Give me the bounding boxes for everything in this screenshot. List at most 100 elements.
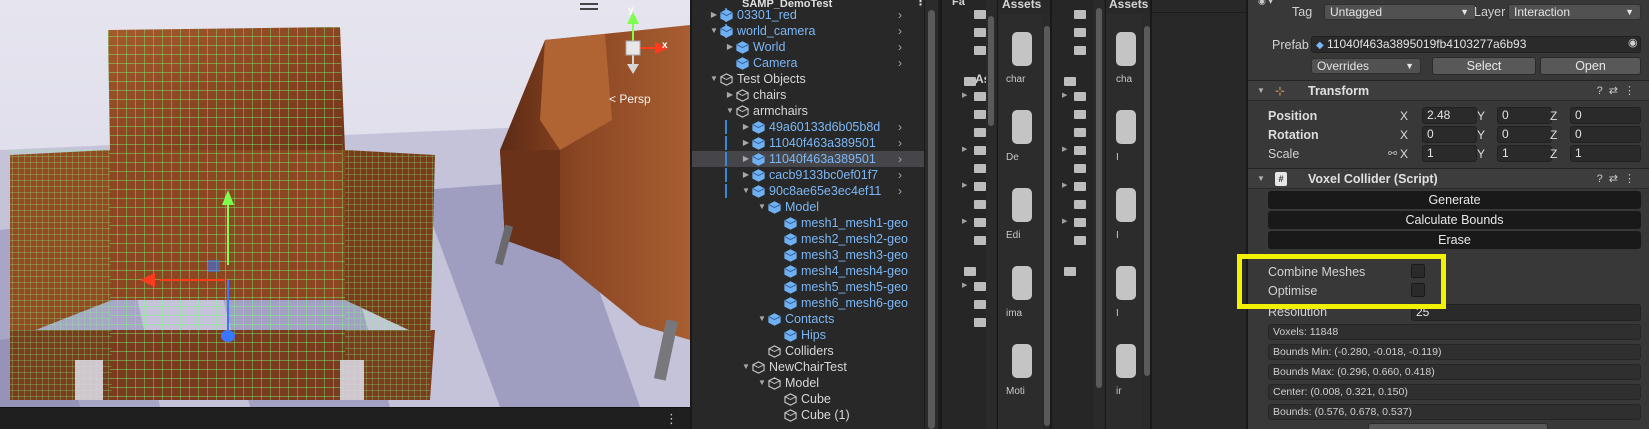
expanded-arrow-icon[interactable]: ▼	[757, 311, 767, 327]
hierarchy-row[interactable]: ▼ NewChairTest	[692, 359, 938, 375]
position-x-axis-label[interactable]: X	[1400, 109, 1408, 123]
project-2-folder-icon[interactable]	[1074, 10, 1086, 19]
project-2-folder-icon[interactable]	[1074, 236, 1086, 245]
project-1-asset-thumbnail[interactable]	[1012, 266, 1032, 300]
project-1-folder-icon[interactable]	[974, 28, 986, 37]
position-x-field[interactable]: 2.48	[1422, 107, 1477, 124]
hierarchy-scroll-thumb[interactable]	[928, 10, 935, 429]
position-y-axis-label[interactable]: Y	[1477, 109, 1485, 123]
prefab-field[interactable]: ◆ 11040f463a3895019fb4103277a6b93	[1311, 36, 1641, 53]
hierarchy-row[interactable]: ▶ chairs	[692, 87, 938, 103]
expanded-arrow-icon[interactable]: ▼	[741, 359, 751, 375]
expanded-arrow-icon[interactable]: ▼	[757, 375, 767, 391]
project-2-folder-icon[interactable]	[1074, 46, 1086, 55]
hierarchy-row[interactable]: Cube (1)	[692, 407, 938, 423]
persp-label[interactable]: < Persp	[609, 92, 651, 106]
project-2-folder-icon[interactable]	[1074, 218, 1086, 227]
chevron-right-icon[interactable]: ›	[898, 119, 902, 135]
collapsed-arrow-icon[interactable]: ▶	[741, 151, 751, 167]
project-1-folder-icon[interactable]	[974, 236, 986, 245]
transform-header[interactable]: ▼ ⊹ Transform ?⇄⋮	[1248, 80, 1649, 101]
component-menu-icons[interactable]: ?⇄⋮	[1597, 84, 1641, 97]
rotation-x-axis-label[interactable]: X	[1400, 128, 1408, 142]
project-1-folder-icon[interactable]	[964, 77, 976, 86]
chevron-right-icon[interactable]: ›	[898, 55, 902, 71]
project-1-asset-thumbnail[interactable]	[1012, 344, 1032, 378]
position-z-axis-label[interactable]: Z	[1550, 109, 1557, 123]
hierarchy-row[interactable]: Cube	[692, 391, 938, 407]
project-2-asset-grid[interactable]: cha I I Iir	[1106, 14, 1150, 429]
hierarchy-row[interactable]: mesh3_mesh3-geo	[692, 247, 938, 263]
collapsed-arrow-icon[interactable]: ▶	[962, 217, 967, 225]
collapsed-arrow-icon[interactable]: ▶	[709, 7, 719, 23]
rotation-z-axis-label[interactable]: Z	[1550, 128, 1557, 142]
project-1-folder-icon[interactable]	[974, 218, 986, 227]
project-2-folder-icon[interactable]	[1074, 146, 1086, 155]
hierarchy-row[interactable]: ▼ Contacts	[692, 311, 938, 327]
tag-dropdown[interactable]: Untagged ▼	[1324, 4, 1476, 20]
project-1-folder-tree[interactable]: Fa As ▶ ▶ ▶ ▶ ▶	[942, 0, 998, 429]
position-z-field[interactable]: 0	[1570, 107, 1641, 124]
generate-button[interactable]: Generate	[1268, 191, 1641, 209]
project-1-folder-icon[interactable]	[974, 282, 986, 291]
project-2-folder-icon[interactable]	[1074, 182, 1086, 191]
open-button[interactable]: Open	[1540, 57, 1641, 75]
overrides-dropdown[interactable]: Overrides ▼	[1311, 58, 1421, 74]
project-2-asset-thumbnail[interactable]	[1116, 110, 1136, 144]
project-1-folder-icon[interactable]	[974, 146, 986, 155]
project-2-asset-thumbnail[interactable]	[1116, 188, 1136, 222]
rotation-y-axis-label[interactable]: Y	[1477, 128, 1485, 142]
chevron-right-icon[interactable]: ›	[898, 39, 902, 55]
scene-viewport[interactable]	[0, 0, 690, 407]
expanded-arrow-icon[interactable]: ▼	[741, 183, 751, 199]
project-2-grid-scrollbar[interactable]	[1142, 14, 1150, 429]
project-2-folder-icon[interactable]	[1074, 92, 1086, 101]
scale-y-field[interactable]: 1	[1497, 145, 1552, 162]
project-1-folder-icon[interactable]	[974, 92, 986, 101]
collapsed-arrow-icon[interactable]: ▶	[962, 91, 967, 99]
scene-kebab-icon[interactable]: ⋮	[665, 411, 678, 427]
project-2-asset-thumbnail[interactable]	[1116, 32, 1136, 66]
collapsed-arrow-icon[interactable]: ▶	[962, 181, 967, 189]
project-1-favorites-label[interactable]: Fa	[952, 0, 965, 8]
collapsed-arrow-icon[interactable]: ▶	[1062, 217, 1067, 225]
project-1-folder-icon[interactable]	[964, 267, 976, 276]
clear-button-partial[interactable]	[1368, 423, 1548, 429]
project-1-folder-icon[interactable]	[974, 10, 986, 19]
hierarchy-row[interactable]: ▶ 03301_red ›	[692, 7, 938, 23]
project-1-asset-grid[interactable]: char De Edi ima Moti	[998, 14, 1050, 429]
project-2-folder-icon[interactable]	[1074, 128, 1086, 137]
project-2-folder-tree[interactable]: ▶ ▶ ▶ ▶	[1052, 0, 1106, 429]
foldout-icon[interactable]: ▼	[1257, 86, 1265, 95]
calculate-bounds-button[interactable]: Calculate Bounds	[1268, 211, 1641, 229]
project-1-asset-thumbnail[interactable]	[1012, 188, 1032, 222]
project-2-assets-header[interactable]: Assets	[1109, 0, 1148, 14]
project-1-folder-icon[interactable]	[974, 110, 986, 119]
layer-dropdown[interactable]: Interaction ▼	[1508, 4, 1641, 20]
project-2-folder-icon[interactable]	[1074, 110, 1086, 119]
hierarchy-row[interactable]: ▶ 11040f463a389501 ›	[692, 151, 938, 167]
scale-z-axis-label[interactable]: Z	[1550, 147, 1557, 161]
hierarchy-row[interactable]: ▼ Model	[692, 375, 938, 391]
project-1-folder-icon[interactable]	[974, 300, 986, 309]
scene-view[interactable]: y x < Persp ⋮	[0, 0, 690, 429]
collapsed-arrow-icon[interactable]: ▶	[741, 167, 751, 183]
collapsed-arrow-icon[interactable]: ▶	[962, 145, 967, 153]
project-1-tree-scrollbar[interactable]	[986, 0, 996, 429]
rotation-z-field[interactable]: 0	[1570, 126, 1641, 143]
project-2-folder-icon[interactable]	[1064, 267, 1076, 276]
project-1-folder-icon[interactable]	[974, 46, 986, 55]
hierarchy-row[interactable]: Camera ›	[692, 55, 938, 71]
collapsed-arrow-icon[interactable]: ▶	[741, 119, 751, 135]
select-button[interactable]: Select	[1432, 57, 1536, 75]
hierarchy-row[interactable]: mesh4_mesh4-geo	[692, 263, 938, 279]
project-2-folder-icon[interactable]	[1064, 77, 1076, 86]
collapsed-arrow-icon[interactable]: ▶	[741, 135, 751, 151]
hierarchy-row[interactable]: ▼ Test Objects	[692, 71, 938, 87]
hierarchy-row[interactable]: ▼ 90c8ae65e3ec4ef11 ›	[692, 183, 938, 199]
rotation-x-field[interactable]: 0	[1422, 126, 1477, 143]
position-y-field[interactable]: 0	[1497, 107, 1552, 124]
chevron-right-icon[interactable]: ›	[898, 135, 902, 151]
hierarchy-row[interactable]: ▶ World ›	[692, 39, 938, 55]
hierarchy-row[interactable]: ▼ armchairs	[692, 103, 938, 119]
